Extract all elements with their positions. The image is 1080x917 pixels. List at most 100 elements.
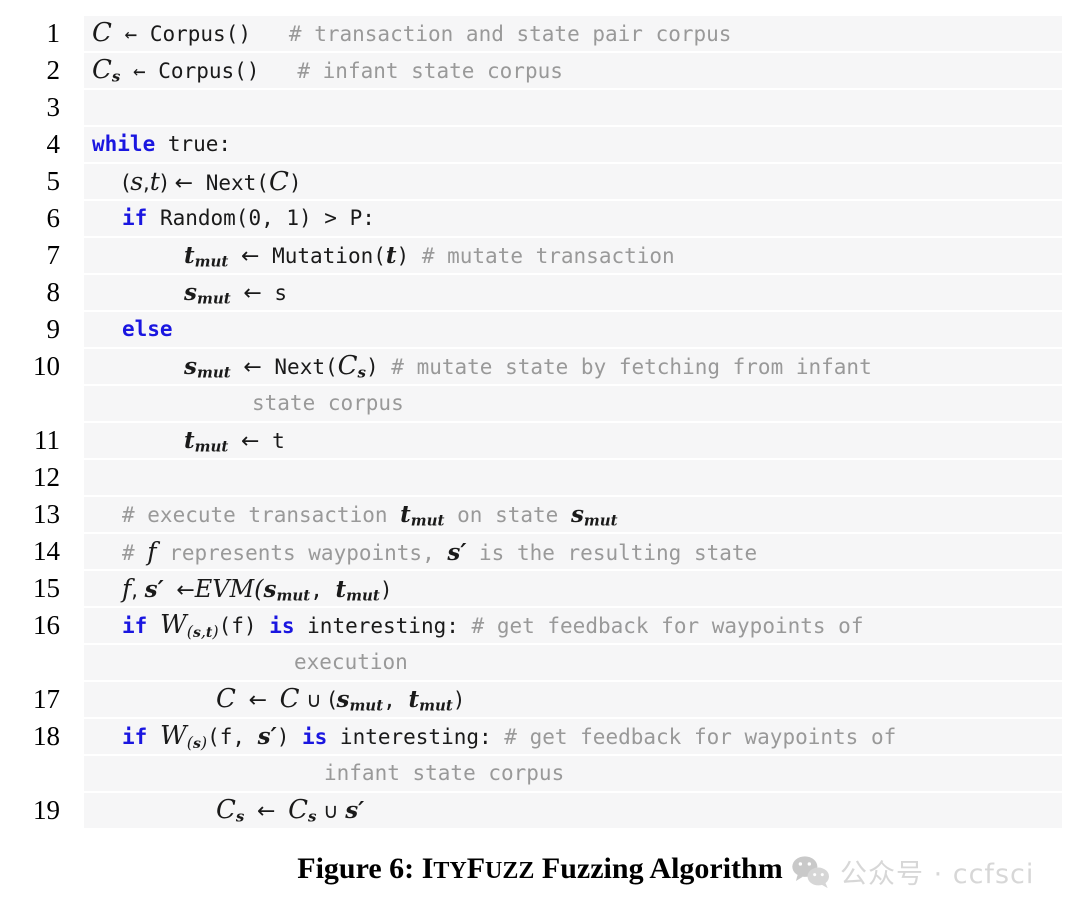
code-row: 9 else (0, 312, 1080, 347)
math-var-s: s (336, 686, 350, 713)
line-number: 16 (0, 608, 72, 643)
line-number: 6 (0, 201, 72, 236)
assign-arrow-icon: ← (174, 171, 194, 196)
math-var-C: C (279, 684, 300, 714)
next-call: Next( (261, 355, 338, 379)
line-number: 12 (0, 460, 72, 495)
line-number: 18 (0, 719, 72, 754)
caption-tool-i: I (421, 852, 434, 885)
comment-continuation: execution (294, 650, 408, 674)
math-var-t: t (184, 427, 195, 454)
line-number: 8 (0, 275, 72, 310)
math-var-t: t (149, 167, 160, 196)
code-row: 8 smut ← s (0, 275, 1080, 310)
comment-continuation: infant state corpus (324, 761, 565, 785)
caption-prefix: Figure 6: (297, 852, 422, 885)
comment: # (122, 541, 148, 565)
next-call: Next( (193, 171, 269, 195)
code-line-wrap: state corpus (84, 386, 1062, 421)
keyword-if: if (122, 206, 148, 230)
line-number: 11 (0, 423, 72, 458)
code-listing: 1 C ← Corpus() # transaction and state p… (0, 16, 1080, 830)
keyword-is: is (301, 725, 328, 749)
code-line: # f represents waypoints, s′ is the resu… (84, 534, 1062, 569)
comment: # mutate transaction (421, 244, 675, 268)
code-row: 16 if W(s,t)(f) is interesting: # get fe… (0, 608, 1080, 643)
math-var-s: s (263, 576, 277, 603)
subscript-mut: mut (196, 363, 231, 382)
feedback-arg: (f) (218, 614, 270, 638)
subscript-st: (s,t) (186, 621, 219, 641)
caption-tool-ty: TY (433, 858, 467, 884)
line-number: 13 (0, 497, 72, 532)
mutation-call: Mutation( (259, 244, 386, 268)
comment: # transaction and state pair corpus (288, 22, 732, 46)
assign-arrow-icon: ← (241, 429, 260, 454)
code-line-wrap: infant state corpus (84, 756, 1062, 791)
code-line (84, 90, 1062, 125)
assign-arrow-icon: ← (241, 244, 260, 269)
subscript-mut: mut (349, 696, 384, 715)
paren-close: ) (396, 244, 410, 268)
code-row: 1 C ← Corpus() # transaction and state p… (0, 16, 1080, 51)
math-var-C: C (216, 684, 236, 714)
math-var-f: f (122, 574, 132, 603)
code-row: 18 if W(s)(f, s′) is interesting: # get … (0, 719, 1080, 754)
subscript-mut: mut (194, 252, 229, 271)
subscript-s: s (235, 807, 245, 826)
math-var-s: s (144, 576, 158, 603)
caption-tool-uzz: UZZ (485, 858, 535, 884)
interesting-label: interesting: (294, 614, 472, 638)
line-number: 5 (0, 164, 72, 199)
keyword-is: is (269, 614, 295, 638)
paren-close: ) (159, 171, 175, 195)
comment: # get feedback for waypoints of (471, 614, 864, 638)
math-var-C: C (92, 18, 112, 48)
interesting-label: interesting: (327, 725, 505, 749)
code-line: while true: (84, 127, 1062, 162)
code-line: smut ← Next(Cs) # mutate state by fetchi… (84, 349, 1062, 384)
evm-call: EVM( (194, 575, 264, 603)
line-number: 10 (0, 349, 72, 384)
subscript-s: (s) (186, 732, 208, 752)
code-row-continuation: infant state corpus (0, 756, 1080, 791)
comma: , (143, 171, 150, 195)
paren-open: ( (122, 171, 131, 195)
math-var-s: s (570, 501, 584, 528)
math-var-f: f (147, 537, 157, 566)
code-line: Cs ← Cs ∪ s′ (84, 793, 1062, 828)
assign-arrow-icon: ← (243, 281, 262, 306)
math-var-C: C (337, 351, 358, 381)
math-var-C: C (268, 167, 289, 197)
math-var-s: s (257, 723, 271, 750)
code-row: 2 Cs ← Corpus() # infant state corpus (0, 53, 1080, 88)
keyword-if: if (122, 614, 148, 638)
union-operator: ∪ (316, 799, 346, 823)
union-operator: ∪ ( (299, 688, 337, 712)
math-var-s: s (130, 167, 144, 196)
line-number: 17 (0, 682, 72, 717)
if-condition: Random(0, 1) > P: (147, 206, 375, 230)
line-number: 9 (0, 312, 72, 347)
figure-container: 1 C ← Corpus() # transaction and state p… (0, 0, 1080, 917)
comment: on state (444, 503, 571, 527)
line-number: 7 (0, 238, 72, 273)
comment: # execute transaction (122, 503, 401, 527)
assign-corpus: ← Corpus() (120, 59, 260, 83)
code-line: C ← Corpus() # transaction and state pai… (84, 16, 1062, 51)
math-var-t: t (335, 576, 347, 603)
caption-tool-f: F (466, 852, 486, 885)
subscript-mut: mut (196, 289, 231, 308)
code-line: # execute transaction tmut on state smut (84, 497, 1062, 532)
code-line: smut ← s (84, 275, 1062, 310)
subscript-mut: mut (194, 437, 229, 456)
comma: , (383, 688, 409, 712)
code-row: 14 # f represents waypoints, s′ is the r… (0, 534, 1080, 569)
code-row: 4 while true: (0, 127, 1080, 162)
comment-continuation: state corpus (252, 391, 404, 415)
code-line (84, 460, 1062, 495)
line-number: 14 (0, 534, 72, 569)
paren-close: ) (379, 578, 393, 602)
line-number: 4 (0, 127, 72, 162)
assign-corpus: ← Corpus() (111, 22, 251, 46)
